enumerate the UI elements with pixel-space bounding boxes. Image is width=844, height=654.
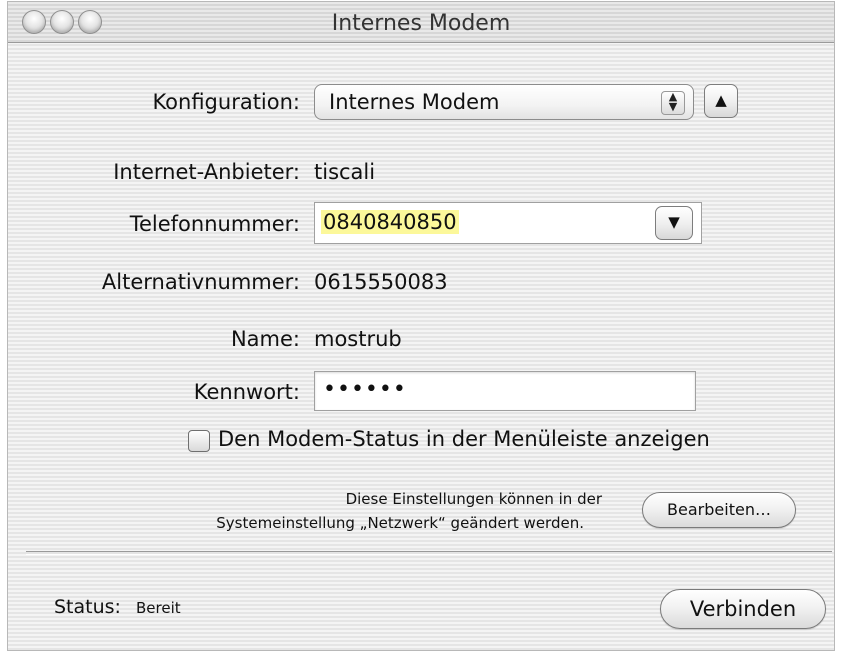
connect-button[interactable]: Verbinden (660, 589, 826, 629)
triangle-up-icon: ▲ (715, 91, 727, 109)
password-value: •••••• (323, 377, 407, 402)
provider-value: tiscali (314, 160, 376, 184)
separator (26, 551, 832, 555)
configuration-value: Internes Modem (329, 90, 500, 114)
collapse-button[interactable]: ▲ (704, 84, 738, 118)
status-label: Status: (54, 596, 121, 618)
configuration-popup[interactable]: Internes Modem ▲ ▼ (314, 84, 694, 120)
menu-status-checkbox-label[interactable]: Den Modem-Status in der Menüleiste anzei… (218, 427, 710, 451)
name-label: Name: (230, 327, 300, 351)
phone-dropdown-button[interactable]: ▼ (655, 206, 693, 240)
up-down-arrows-icon: ▲ ▼ (661, 91, 685, 115)
provider-label: Internet-Anbieter: (113, 160, 300, 184)
phone-input[interactable]: 0840840850 (321, 210, 459, 234)
alt-number-label: Alternativnummer: (101, 270, 300, 294)
password-field[interactable]: •••••• (314, 371, 696, 411)
title-bar: Internes Modem (8, 2, 834, 43)
modem-window: Internes Modem Konfiguration: Internes M… (8, 2, 834, 650)
alt-number-value: 0615550083 (314, 270, 448, 294)
triangle-down-icon: ▼ (668, 213, 680, 231)
phone-combobox[interactable]: 0840840850 ▼ (314, 202, 702, 244)
password-label: Kennwort: (193, 380, 300, 404)
phone-label: Telefonnummer: (129, 212, 300, 236)
info-text-line1: Diese Einstellungen können in der (345, 490, 602, 508)
name-value: mostrub (314, 327, 402, 351)
info-text-line2: Systemeinstellung „Netzwerk“ geändert we… (216, 514, 584, 532)
configuration-label: Konfiguration: (152, 90, 300, 114)
window-title: Internes Modem (331, 11, 511, 36)
status-value: Bereit (136, 599, 181, 617)
edit-button[interactable]: Bearbeiten… (642, 492, 796, 528)
menu-status-checkbox[interactable] (188, 430, 210, 452)
